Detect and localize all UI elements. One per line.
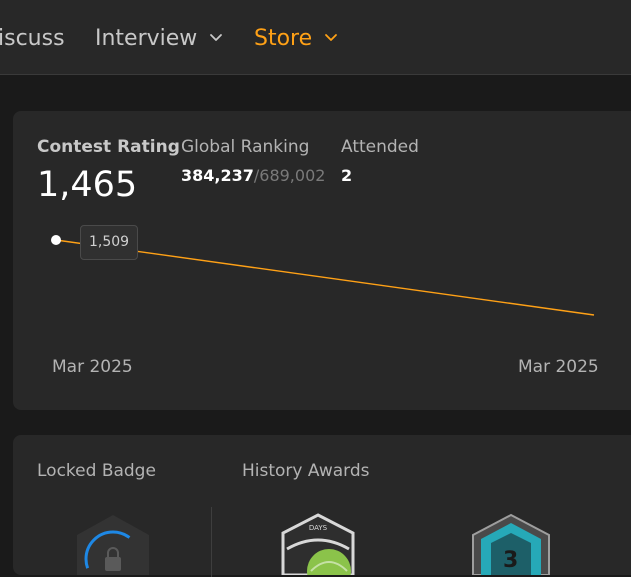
chevron-down-icon [325, 34, 338, 41]
badges-card: Locked Badge History Awards DAYS 3 [13, 435, 631, 577]
days-award-badge[interactable]: DAYS [275, 513, 361, 575]
nav-discuss-label: iscuss [0, 26, 65, 51]
days-award-text: DAYS [309, 524, 328, 532]
x-tick-label-start: Mar 2025 [52, 357, 133, 377]
x-tick-label-end: Mar 2025 [518, 357, 599, 377]
locked-badge-label: Locked Badge [37, 461, 156, 481]
contest-rating-card: Contest Rating 1,465 Global Ranking 384,… [13, 111, 631, 410]
nav-store[interactable]: Store [254, 24, 339, 54]
badge-divider [211, 507, 212, 577]
rating-tooltip: 1,509 [80, 225, 139, 260]
nav-interview[interactable]: Interview [95, 24, 224, 54]
locked-badge-icon[interactable] [69, 513, 157, 575]
history-awards-label: History Awards [242, 461, 370, 481]
chevron-down-icon [210, 34, 223, 41]
rating-point-first[interactable] [51, 235, 61, 245]
nav-discuss[interactable]: iscuss [0, 24, 65, 54]
nav-interview-label: Interview [95, 26, 198, 51]
top-nav: iscuss Interview Store [0, 0, 631, 75]
nav-store-label: Store [254, 26, 313, 51]
level-award-badge[interactable]: 3 [469, 513, 553, 575]
